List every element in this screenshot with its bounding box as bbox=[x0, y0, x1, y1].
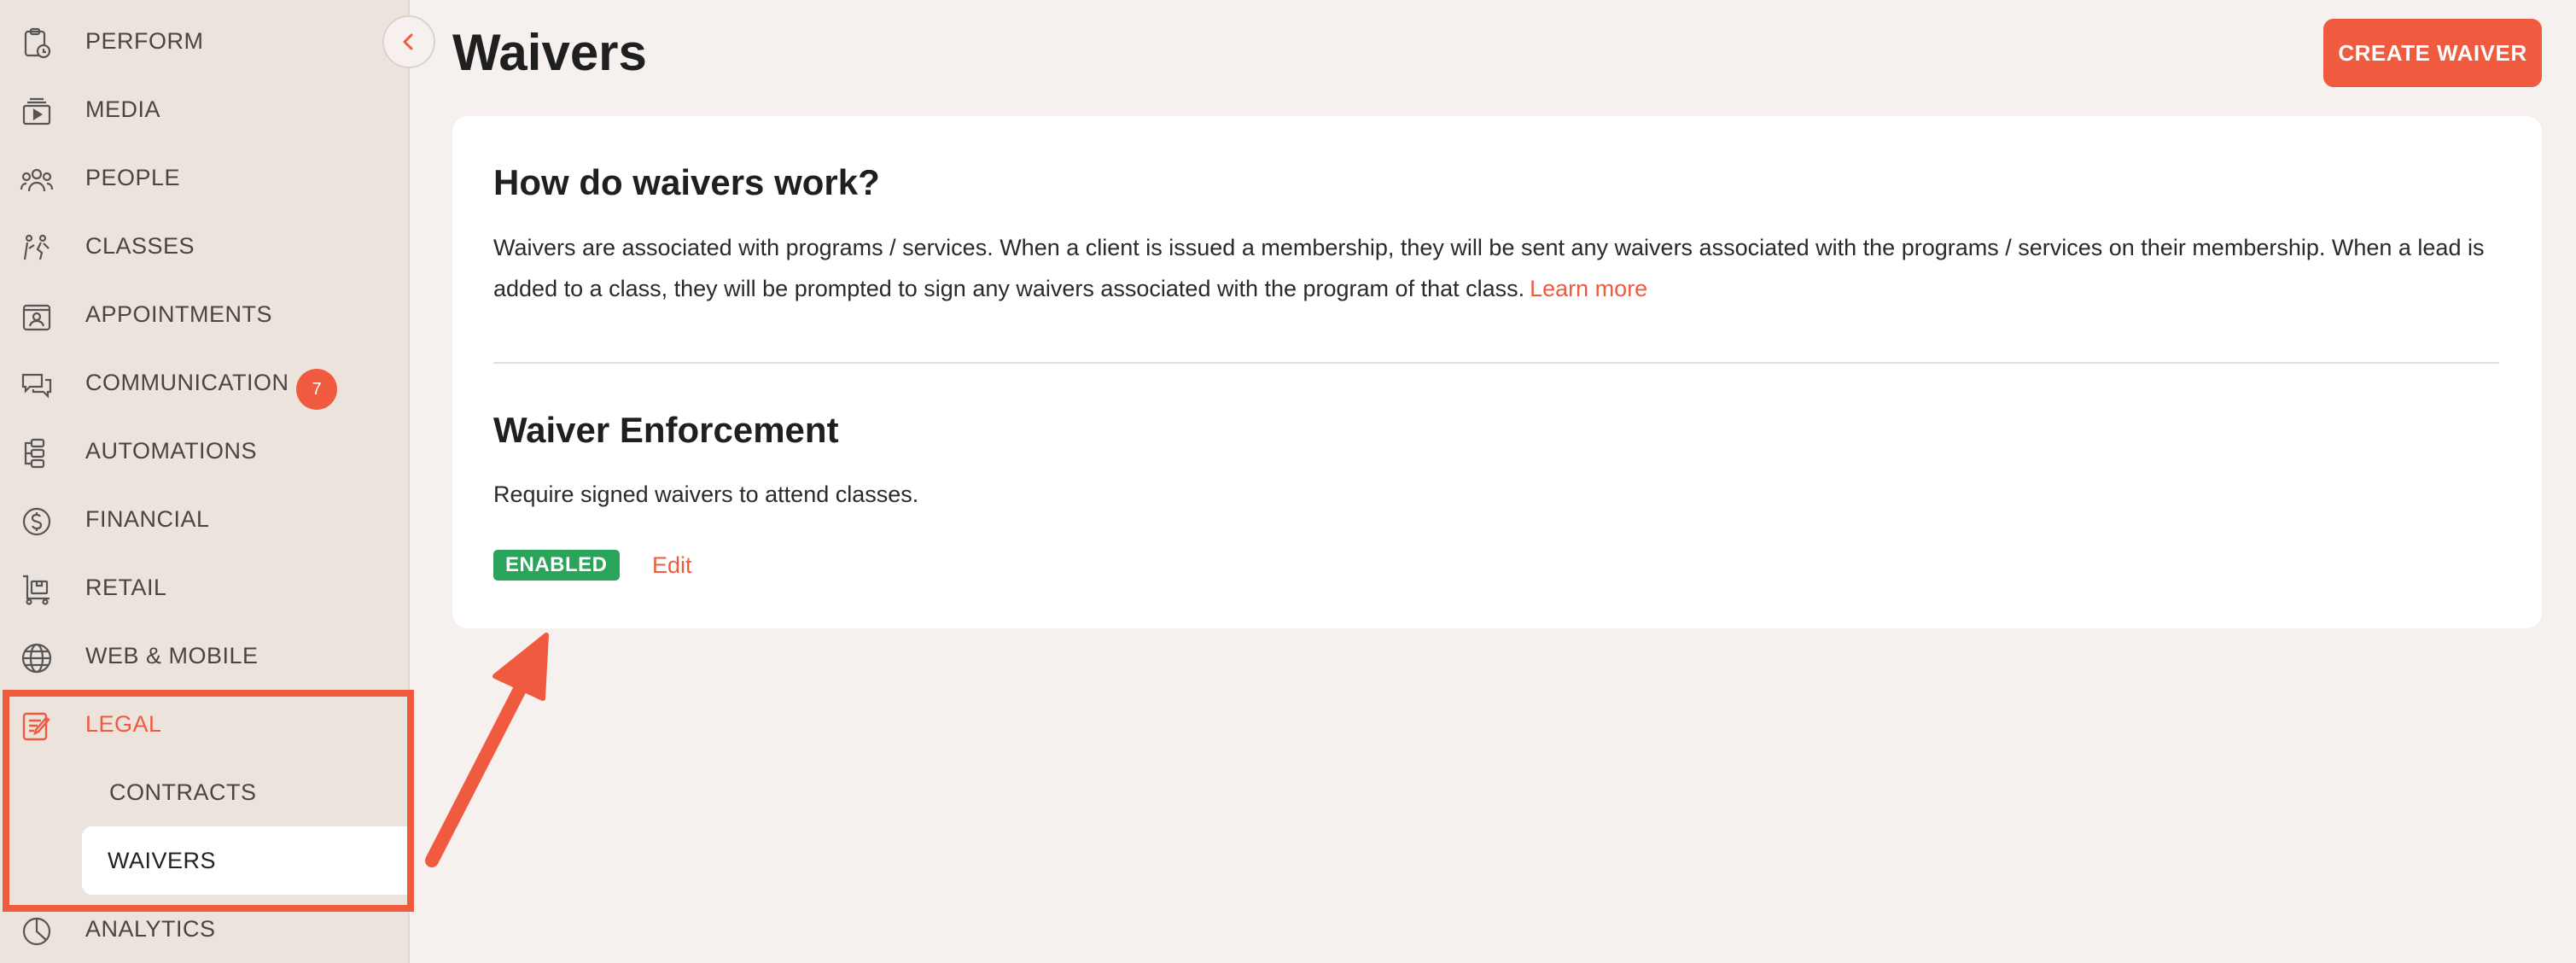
how-waivers-description: Waivers are associated with programs / s… bbox=[493, 235, 2485, 301]
appointment-card-icon bbox=[19, 299, 55, 335]
media-play-icon bbox=[19, 94, 55, 130]
sidebar: PERFORM MEDIA PEOPLE CLASSES APPOINTMENT… bbox=[0, 0, 410, 963]
clipboard-clock-icon bbox=[19, 26, 55, 61]
sidebar-item-communication[interactable]: COMMUNICATION 7 bbox=[0, 348, 408, 417]
how-waivers-work-heading: How do waivers work? bbox=[493, 162, 880, 202]
sidebar-item-label: COMMUNICATION bbox=[85, 370, 289, 395]
chevron-left-icon bbox=[398, 31, 420, 53]
sidebar-item-classes[interactable]: CLASSES bbox=[0, 212, 408, 280]
how-waivers-work-text: Waivers are associated with programs / s… bbox=[493, 227, 2491, 309]
sidebar-item-label: AUTOMATIONS bbox=[85, 438, 258, 464]
sidebar-item-analytics[interactable]: ANALYTICS bbox=[0, 895, 408, 963]
sidebar-item-retail[interactable]: RETAIL bbox=[0, 553, 408, 622]
unread-count-badge: 7 bbox=[296, 369, 337, 410]
enforcement-status-badge: ENABLED bbox=[493, 550, 620, 581]
automation-flow-icon bbox=[19, 435, 55, 471]
waiver-enforcement-heading: Waiver Enforcement bbox=[493, 410, 839, 450]
page-title: Waivers bbox=[452, 24, 647, 81]
waiver-enforcement-text: Require signed waivers to attend classes… bbox=[493, 482, 919, 507]
sidebar-item-label: ANALYTICS bbox=[85, 916, 216, 942]
classes-icon bbox=[19, 231, 55, 266]
sidebar-subitem-label: CONTRACTS bbox=[109, 779, 257, 805]
sidebar-item-label: PERFORM bbox=[85, 28, 204, 54]
collapse-sidebar-button[interactable] bbox=[382, 15, 435, 68]
create-waiver-button[interactable]: CREATE WAIVER bbox=[2323, 19, 2542, 87]
sidebar-item-web-mobile[interactable]: WEB & MOBILE bbox=[0, 622, 408, 690]
legal-document-icon bbox=[19, 709, 55, 744]
people-icon bbox=[19, 162, 55, 198]
learn-more-link[interactable]: Learn more bbox=[1530, 276, 1647, 301]
sidebar-item-label: APPOINTMENTS bbox=[85, 301, 273, 327]
globe-icon bbox=[19, 640, 55, 676]
retail-cart-icon bbox=[19, 572, 55, 608]
sidebar-item-people[interactable]: PEOPLE bbox=[0, 143, 408, 212]
sidebar-item-label: WEB & MOBILE bbox=[85, 643, 259, 668]
sidebar-item-automations[interactable]: AUTOMATIONS bbox=[0, 417, 408, 485]
sidebar-item-label: PEOPLE bbox=[85, 165, 181, 190]
edit-enforcement-link[interactable]: Edit bbox=[652, 550, 692, 581]
sidebar-item-label: LEGAL bbox=[85, 711, 162, 737]
sidebar-item-financial[interactable]: FINANCIAL bbox=[0, 485, 408, 553]
sidebar-item-label: MEDIA bbox=[85, 96, 161, 122]
sidebar-item-perform[interactable]: PERFORM bbox=[0, 7, 408, 75]
pie-chart-icon bbox=[19, 913, 55, 949]
sidebar-subitem-waivers[interactable]: WAIVERS bbox=[82, 826, 408, 895]
waiver-info-card: How do waivers work? Waivers are associa… bbox=[452, 116, 2542, 628]
sidebar-subitem-contracts[interactable]: CONTRACTS bbox=[84, 758, 408, 826]
sidebar-item-appointments[interactable]: APPOINTMENTS bbox=[0, 280, 408, 348]
sidebar-item-media[interactable]: MEDIA bbox=[0, 75, 408, 143]
sidebar-subitem-label: WAIVERS bbox=[108, 848, 217, 873]
dollar-circle-icon bbox=[19, 504, 55, 540]
sidebar-item-label: CLASSES bbox=[85, 233, 195, 259]
sidebar-item-legal[interactable]: LEGAL bbox=[0, 690, 408, 758]
section-divider bbox=[493, 362, 2499, 364]
chat-bubbles-icon bbox=[19, 367, 55, 403]
sidebar-item-label: RETAIL bbox=[85, 575, 167, 600]
sidebar-item-label: FINANCIAL bbox=[85, 506, 210, 532]
